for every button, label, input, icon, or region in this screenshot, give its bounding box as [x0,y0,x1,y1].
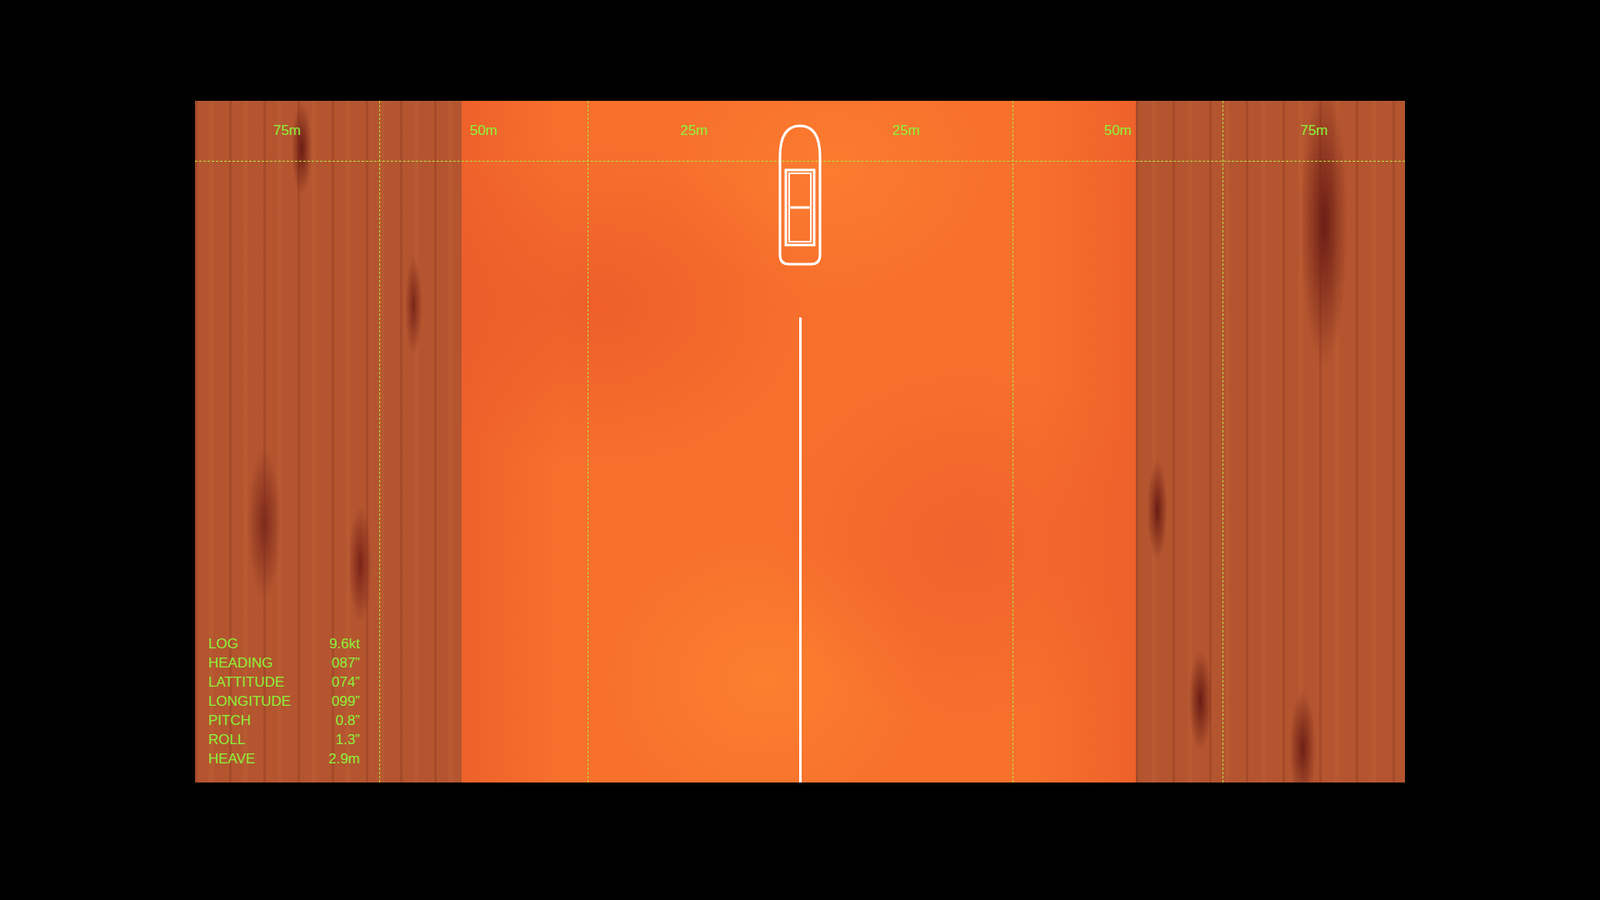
scale-column: 25m [800,100,1013,783]
scale-column: 50m [1012,100,1223,783]
readout-value: 9.6kt [311,635,360,653]
readout-value: 074” [311,673,360,691]
readouts: LOG9.6ktHEADING087”LATTITUDE074”LONGITUD… [208,635,360,768]
readout-value: 099” [311,692,360,710]
river-view: 75m 50m 25m 25m 50m 75m LOG9.6ktHEADING087”LAT… [195,100,1405,783]
readout-label: HEADING [208,654,312,672]
readout-value: 0.8” [311,711,360,730]
scale-column: 25m [587,100,800,783]
readout-value: 2.9m [311,750,360,768]
readout-value: 087” [311,654,360,672]
scale-label: 50m [470,122,498,140]
readout-label: HEAVE [208,750,312,768]
scale-label: 50m [1104,122,1132,140]
screen: 75m 50m 25m 25m 50m 75m LOG9.6ktHEADING087”LAT… [0,0,1600,900]
scale-label: 75m [273,122,301,140]
course-line [799,317,802,783]
readout-label: LATTITUDE [208,673,312,691]
readout-label: ROLL [208,730,312,749]
readout-label: PITCH [208,711,312,730]
scale-column: 50m [379,100,588,783]
scale-column: 75m [1222,100,1405,783]
readout-label: LONGITUDE [208,692,312,710]
boat-icon [777,123,823,267]
scale-label: 75m [1300,122,1328,140]
readout-value: 1.3” [311,730,360,749]
scale-label: 25m [680,122,708,140]
range-line [195,160,1405,162]
right-bank [1135,100,1405,783]
scale-label: 25m [892,122,920,140]
readout-label: LOG [208,635,312,653]
